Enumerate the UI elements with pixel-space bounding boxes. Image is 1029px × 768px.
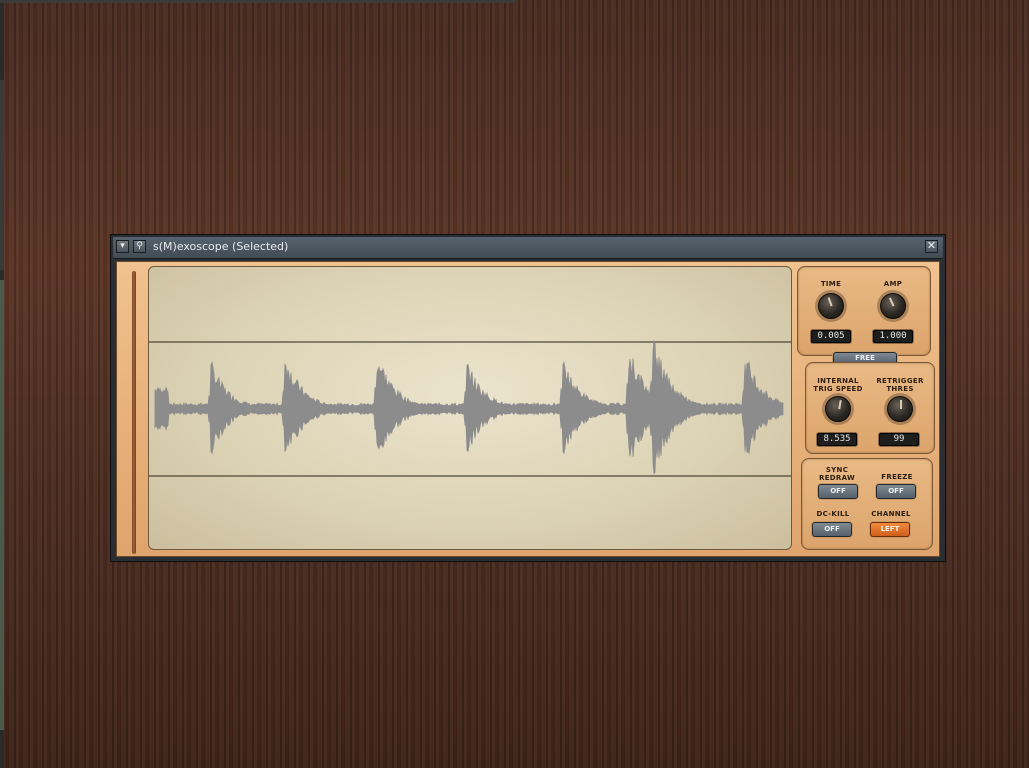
internal-trig-speed-knob[interactable] <box>825 396 851 422</box>
background-window-edge <box>0 0 4 768</box>
title-bar[interactable]: ▾ ⚲ s(M)exoscope (Selected) ✕ <box>113 237 943 259</box>
trigger-panel: INTERNAL TRIG SPEED 8.535 RETRIGGER THRE… <box>805 362 935 454</box>
waveform-svg <box>149 339 791 477</box>
amp-label: AMP <box>883 280 903 288</box>
plugin-window: ▾ ⚲ s(M)exoscope (Selected) ✕ TIME 0.005… <box>110 234 946 562</box>
plugin-body: TIME 0.005 AMP 1.000 FREE INTERNAL TRIG … <box>116 261 940 557</box>
freeze-toggle[interactable]: OFF <box>876 484 916 499</box>
freeze-label: FREEZE <box>881 473 913 481</box>
channel-label: CHANNEL <box>871 510 911 518</box>
oscilloscope-display <box>148 266 792 550</box>
close-icon[interactable]: ✕ <box>925 240 938 253</box>
sync-redraw-label: SYNC REDRAW <box>819 466 855 482</box>
waveform <box>154 339 784 475</box>
internal-trig-speed-label: INTERNAL TRIG SPEED <box>813 377 863 393</box>
retrigger-thres-readout: 99 <box>879 433 919 446</box>
amp-readout: 1.000 <box>873 330 913 343</box>
time-knob[interactable] <box>818 293 844 319</box>
amp-knob[interactable] <box>880 293 906 319</box>
dc-kill-toggle[interactable]: OFF <box>812 522 852 537</box>
time-readout: 0.005 <box>811 330 851 343</box>
plug-icon[interactable]: ⚲ <box>133 240 146 253</box>
options-panel: SYNC REDRAW OFF FREEZE OFF DC-KILL OFF C… <box>801 458 933 550</box>
time-label: TIME <box>820 280 842 288</box>
chevron-down-icon[interactable]: ▾ <box>116 240 129 253</box>
time-amp-panel: TIME 0.005 AMP 1.000 <box>797 266 931 356</box>
side-rail <box>132 271 136 554</box>
internal-trig-speed-readout: 8.535 <box>817 433 857 446</box>
channel-toggle[interactable]: LEFT <box>870 522 910 537</box>
dc-kill-label: DC-KILL <box>816 510 850 518</box>
retrigger-thres-label: RETRIGGER THRES <box>876 377 924 393</box>
window-title: s(M)exoscope (Selected) <box>153 240 289 253</box>
background-window-top-edge <box>0 0 515 3</box>
sync-redraw-toggle[interactable]: OFF <box>818 484 858 499</box>
retrigger-thres-knob[interactable] <box>887 396 913 422</box>
